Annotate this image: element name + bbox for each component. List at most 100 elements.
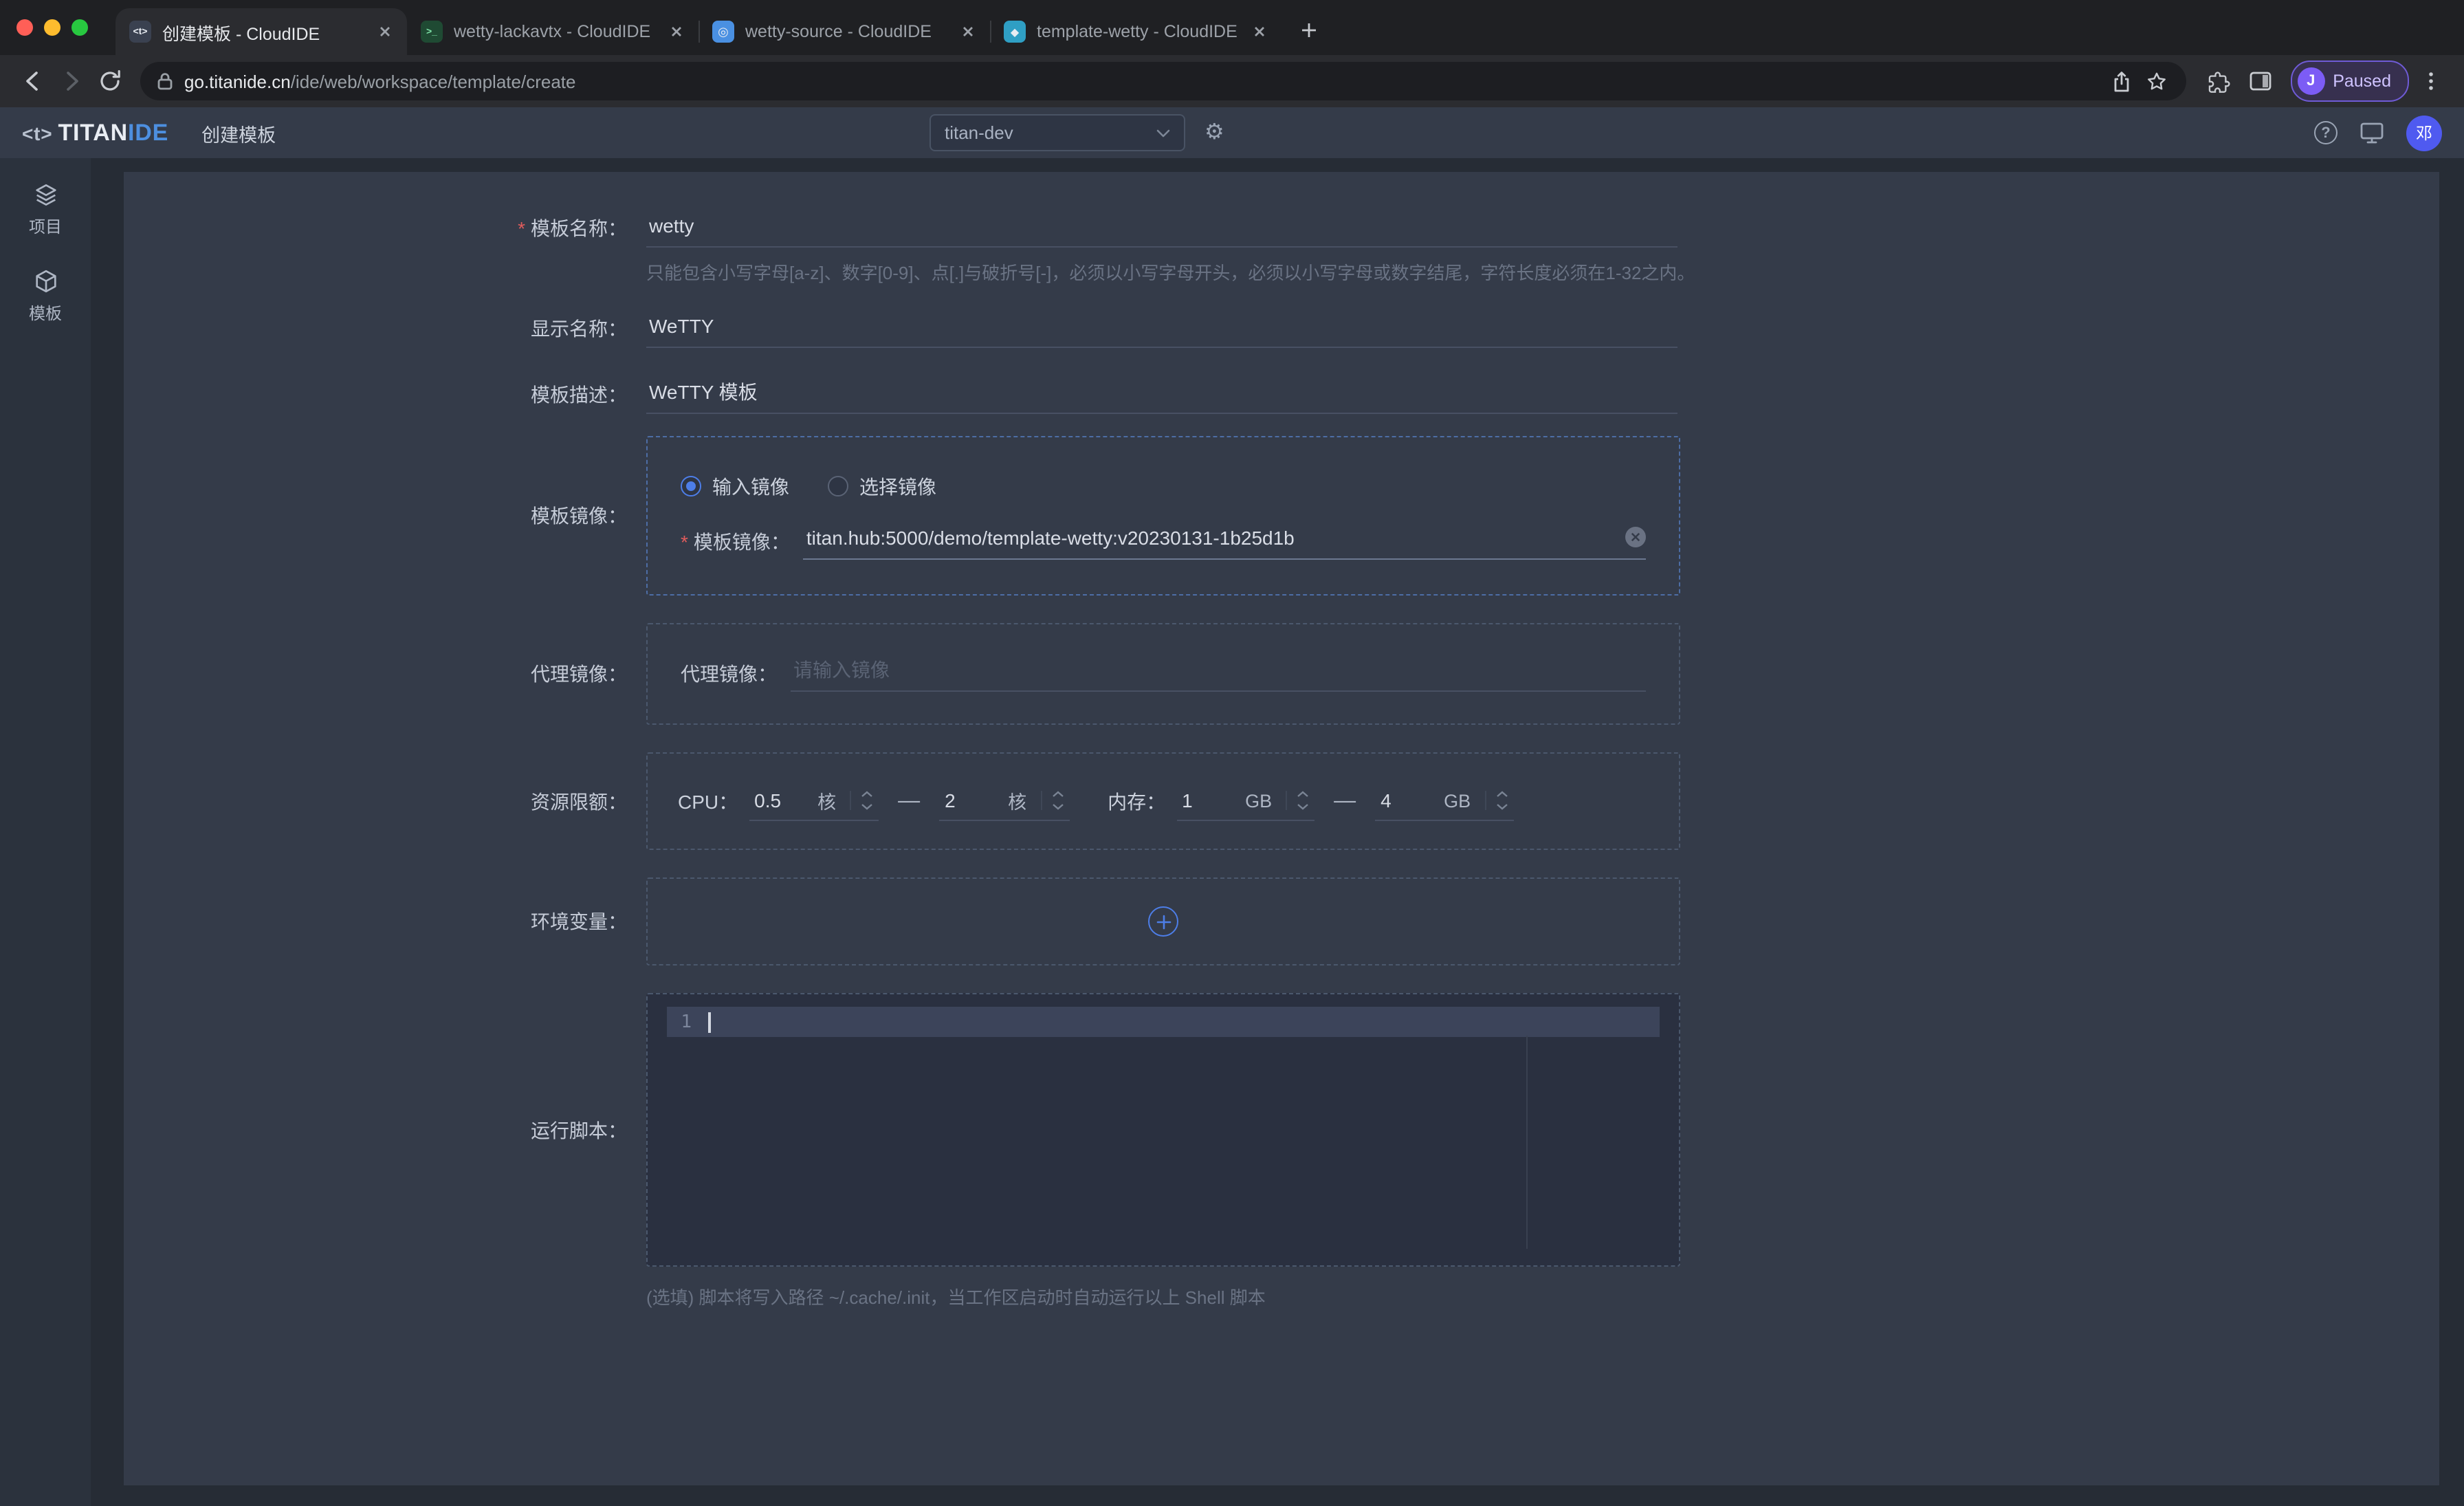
radio-label: 输入镜像 <box>712 472 789 500</box>
template-image-label: 模板镜像： <box>124 496 646 535</box>
line-number: 1 <box>667 1012 692 1032</box>
env-group: titan-dev <box>930 114 1224 151</box>
description-label: 模板描述： <box>124 375 646 414</box>
proxy-image-input[interactable] <box>791 656 1646 684</box>
proxy-image-box: 代理镜像： <box>646 623 1680 725</box>
cpu-label: CPU： <box>678 787 738 815</box>
tabs: 创建模板 - CloudIDE wetty-lackavtx - CloudID… <box>116 0 1328 55</box>
cpu-unit: 核 <box>817 787 836 814</box>
cpu-max-input[interactable] <box>939 789 1008 811</box>
browser-toolbar: go.titanide.cn/ide/web/workspace/templat… <box>0 55 2464 107</box>
create-template-form: 模板名称： 只能包含小写字母[a-z]、数字[0-9]、点[.]与破折号[-]，… <box>124 172 2439 1309</box>
row-proxy-image: 代理镜像： 代理镜像： <box>124 623 2439 725</box>
profile-chip[interactable]: J Paused <box>2290 61 2409 102</box>
window-zoom-button[interactable] <box>72 19 88 36</box>
sidebar-item-projects[interactable]: 项目 <box>0 166 91 253</box>
stepper-down-icon[interactable] <box>1297 803 1309 810</box>
display-name-input[interactable] <box>646 309 1678 348</box>
header-right: 邓 <box>2314 115 2442 151</box>
mem-min-input[interactable] <box>1176 789 1245 811</box>
tab-template-wetty[interactable]: template-wetty - CloudIDE <box>990 8 1282 55</box>
settings-gear-icon[interactable] <box>1204 121 1224 144</box>
reload-button[interactable] <box>91 62 129 100</box>
template-image-input[interactable] <box>804 523 1614 551</box>
row-env-vars: 环境变量： <box>124 877 2439 965</box>
clear-icon[interactable] <box>1625 527 1646 547</box>
layers-icon <box>32 182 58 208</box>
stepper-down-icon[interactable] <box>861 803 873 810</box>
tab-wetty-source[interactable]: wetty-source - CloudIDE <box>698 8 990 55</box>
close-icon[interactable] <box>374 21 396 43</box>
stepper-down-icon[interactable] <box>1051 803 1064 810</box>
stepper-down-icon[interactable] <box>1495 803 1508 810</box>
cpu-unit: 核 <box>1008 787 1026 814</box>
extensions-puzzle-icon[interactable] <box>2199 62 2238 100</box>
help-icon[interactable] <box>2314 121 2338 144</box>
close-icon[interactable] <box>1248 21 1270 43</box>
forward-button[interactable] <box>52 62 91 100</box>
range-dash: — <box>1334 789 1356 814</box>
row-template-name: 模板名称： 只能包含小写字母[a-z]、数字[0-9]、点[.]与破折号[-]，… <box>124 209 2439 285</box>
range-dash: — <box>898 789 920 814</box>
ssl-lock-icon[interactable] <box>157 72 173 91</box>
add-env-var-button[interactable] <box>1148 906 1178 937</box>
template-name-input[interactable] <box>646 209 1678 248</box>
proxy-image-label: 代理镜像： <box>124 655 646 693</box>
resources-box: CPU： 核 — <box>646 752 1680 850</box>
cpu-min-field: 核 <box>749 781 879 821</box>
radio-input-image[interactable]: 输入镜像 <box>681 472 789 500</box>
back-button[interactable] <box>14 62 52 100</box>
script-editor[interactable]: 1 <box>646 993 1680 1267</box>
browser-menu-kebab-icon[interactable] <box>2412 62 2450 100</box>
screen-share-icon[interactable] <box>2360 121 2384 144</box>
mem-max-stepper[interactable] <box>1484 791 1513 810</box>
run-script-help: (选填) 脚本将写入路径 ~/.cache/.init，当工作区启动时自动运行以… <box>646 1283 2439 1309</box>
resources-label: 资源限额： <box>124 782 646 820</box>
cube-icon <box>32 268 58 294</box>
close-icon[interactable] <box>666 21 688 43</box>
user-avatar[interactable]: 邓 <box>2406 115 2442 151</box>
radio-pick-image[interactable]: 选择镜像 <box>828 472 936 500</box>
share-icon[interactable] <box>2103 63 2139 99</box>
stepper-up-icon[interactable] <box>1051 791 1064 798</box>
description-input[interactable] <box>646 375 1678 414</box>
mem-max-input[interactable] <box>1375 789 1444 811</box>
sidebar-item-templates[interactable]: 模板 <box>0 253 91 340</box>
row-resources: 资源限额： CPU： 核 <box>124 752 2439 850</box>
new-tab-button[interactable] <box>1290 11 1328 50</box>
display-name-label: 显示名称： <box>124 309 646 348</box>
bookmark-star-icon[interactable] <box>2139 63 2175 99</box>
stepper-up-icon[interactable] <box>1495 791 1508 798</box>
env-vars-label: 环境变量： <box>124 902 646 941</box>
image-inner-label: 模板镜像： <box>681 527 790 555</box>
stepper-up-icon[interactable] <box>861 791 873 798</box>
window-close-button[interactable] <box>16 19 33 36</box>
side-panel-icon[interactable] <box>2241 62 2279 100</box>
template-name-label: 模板名称： <box>124 209 646 248</box>
mem-min-stepper[interactable] <box>1286 791 1314 810</box>
titanide-favicon <box>129 21 151 43</box>
cpu-min-input[interactable] <box>749 789 817 811</box>
cpu-max-stepper[interactable] <box>1040 791 1069 810</box>
omnibox[interactable]: go.titanide.cn/ide/web/workspace/templat… <box>140 62 2186 100</box>
close-icon[interactable] <box>957 21 979 43</box>
template-image-box: 输入镜像 选择镜像 模板镜像： <box>646 436 1680 596</box>
window-minimize-button[interactable] <box>44 19 60 36</box>
url-path: /ide/web/workspace/template/create <box>291 71 576 91</box>
page-title: 创建模板 <box>201 119 276 146</box>
row-run-script: 运行脚本： 1 <box>124 993 2439 1267</box>
tab-wetty-lackavtx[interactable]: wetty-lackavtx - CloudIDE <box>407 8 698 55</box>
terminal-favicon <box>421 21 443 43</box>
sidebar-item-label: 模板 <box>29 301 62 325</box>
cpu-min-stepper[interactable] <box>850 791 879 810</box>
app-body: 项目 模板 模板名称： 只能包含小写字母[a-z]、数字[0-9]、点[.]与破… <box>0 158 2464 1506</box>
profile-avatar: J <box>2297 67 2324 95</box>
env-select[interactable]: titan-dev <box>930 114 1185 151</box>
create-template-panel: 模板名称： 只能包含小写字母[a-z]、数字[0-9]、点[.]与破折号[-]，… <box>124 172 2439 1485</box>
stepper-up-icon[interactable] <box>1297 791 1309 798</box>
wetty-favicon <box>712 21 734 43</box>
tab-create-template[interactable]: 创建模板 - CloudIDE <box>116 8 407 55</box>
mem-unit: GB <box>1444 790 1471 811</box>
screen: 创建模板 - CloudIDE wetty-lackavtx - CloudID… <box>0 0 2464 1506</box>
radio-label: 选择镜像 <box>859 472 936 500</box>
